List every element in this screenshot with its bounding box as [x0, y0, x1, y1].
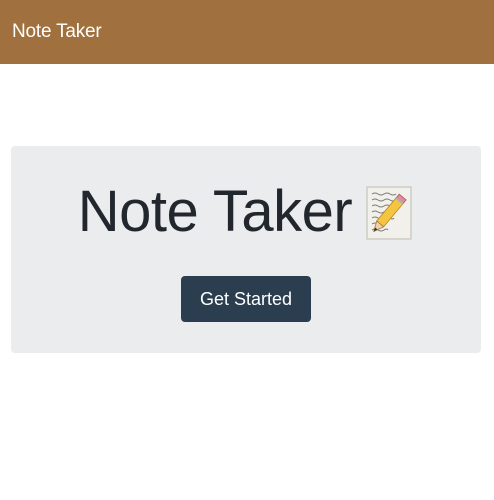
navbar-brand[interactable]: Note Taker [12, 21, 102, 43]
hero-title: Note Taker [11, 178, 481, 246]
hero-jumbotron: Note Taker Get Started [11, 146, 481, 353]
memo-icon [366, 186, 414, 242]
get-started-button[interactable]: Get Started [181, 276, 311, 322]
navbar: Note Taker [0, 0, 494, 64]
hero-title-text: Note Taker [77, 179, 353, 244]
